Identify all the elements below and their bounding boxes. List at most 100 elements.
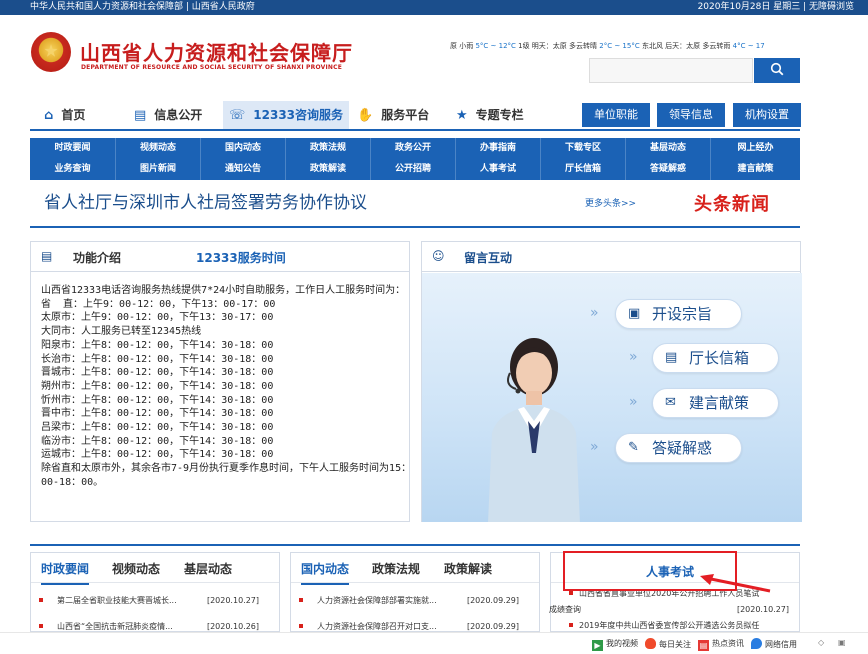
subnav-col-6: 办事指南 人事考试	[455, 138, 540, 180]
site-title[interactable]: 山西省人力资源和社会保障厅	[80, 37, 353, 66]
headline-news-label: 头条新闻	[694, 194, 770, 215]
list-item-continued[interactable]: 成绩查询 [2020.10.27]	[549, 603, 793, 617]
customer-service-agent-image	[488, 338, 580, 522]
news-tabs: 时政要闻 视频动态 基层动态	[31, 553, 279, 585]
bullet-icon	[569, 623, 573, 627]
top-bar: 中华人民共和国人力资源和社会保障部 | 山西省人民政府 2020年10月28日 …	[0, 0, 868, 15]
document-icon: ▤	[41, 249, 53, 263]
star-icon: ★	[456, 108, 468, 123]
subnav-link[interactable]: 公开招聘	[371, 159, 455, 180]
weather-info: 原 小雨 5°C ~ 12°C 1级 明天：太原 多云转晴 2°C ~ 15°C…	[450, 42, 765, 50]
tab-politics-news[interactable]: 时政要闻	[41, 560, 90, 585]
top-date-accessibility[interactable]: 2020年10月28日 星期三 | 无障碍浏览	[698, 0, 854, 15]
subnav-link[interactable]: 政策法规	[286, 138, 370, 159]
thumbs-up-icon: ✋	[357, 108, 374, 123]
status-my-videos[interactable]: ▶ 我的视频	[592, 638, 638, 651]
shield-icon[interactable]: ◇	[818, 638, 824, 647]
subnav-link[interactable]: 建言献策	[711, 159, 800, 180]
message-interaction-panel: ☺ 留言互动 » ▣ 开设宗旨 » ▤ 厅长信箱 » ✉ 建言献策 » ✎ 答疑解惑	[421, 241, 802, 522]
subnav-col-9: 网上经办 建言献策	[710, 138, 800, 180]
status-hot-news[interactable]: ▤ 热点资讯	[698, 638, 744, 651]
leader-info-button[interactable]: 领导信息	[657, 103, 725, 127]
headline-link[interactable]: 省人社厅与深圳市人社局签署劳务协作协议	[44, 188, 367, 213]
list-item[interactable]: 人力资源社会保障部部署实施就... [2020.09.29]	[299, 594, 533, 608]
annotation-arrow-icon	[700, 574, 771, 593]
purpose-button[interactable]: ▣ 开设宗旨	[615, 299, 742, 329]
chat-bubble-icon: ☺	[432, 249, 445, 263]
bullet-icon	[39, 624, 43, 628]
bullet-icon	[299, 624, 303, 628]
nav-12333-service[interactable]: ☏ 12333咨询服务	[223, 101, 350, 129]
bullet-icon	[39, 598, 43, 602]
subnav-link[interactable]: 下载专区	[541, 138, 625, 159]
subnav-col-8: 基层动态 答疑解惑	[625, 138, 710, 180]
tab-grassroots-news[interactable]: 基层动态	[184, 560, 232, 577]
subnav-link[interactable]: 国内动态	[201, 138, 285, 159]
national-emblem-logo[interactable]	[31, 32, 71, 72]
subnav-link[interactable]: 政策解读	[286, 159, 370, 180]
subnav-link[interactable]: 业务查询	[30, 159, 115, 180]
phone-icon: ☏	[229, 108, 246, 123]
search-button[interactable]	[754, 58, 800, 83]
chevron-right-icon: »	[590, 439, 599, 455]
subnav-link[interactable]: 厅长信箱	[541, 159, 625, 180]
panel-header: ☺ 留言互动	[422, 242, 800, 272]
drop-icon	[751, 638, 762, 649]
nav-service-platform[interactable]: ✋ 服务平台	[357, 101, 429, 129]
tab-video-news[interactable]: 视频动态	[112, 560, 160, 577]
subnav-col-7: 下载专区 厅长信箱	[540, 138, 625, 180]
service-hours-title[interactable]: 12333服务时间	[196, 249, 286, 266]
director-mailbox-button[interactable]: ▤ 厅长信箱	[652, 343, 779, 373]
tab-personnel-exams[interactable]: 人事考试	[646, 563, 694, 580]
function-intro-panel: ▤ 功能介绍 12333服务时间 山西省12333电话咨询服务热线提供7*24小…	[30, 241, 411, 522]
search-input[interactable]	[589, 58, 753, 83]
suggestions-button[interactable]: ✉ 建言献策	[652, 388, 779, 418]
tab-policy-interpretation[interactable]: 政策解读	[444, 560, 492, 577]
subnav-link[interactable]: 通知公告	[201, 159, 285, 180]
news-tabs: 国内动态 政策法规 政策解读	[291, 553, 539, 585]
message-title[interactable]: 留言互动	[464, 249, 512, 266]
chat-icon: ✉	[665, 395, 676, 410]
subnav-link[interactable]: 答疑解惑	[626, 159, 710, 180]
tab-policy-regulations[interactable]: 政策法规	[372, 560, 420, 577]
subnav-col-3: 国内动态 通知公告	[200, 138, 285, 180]
book-icon: ▣	[628, 306, 641, 321]
nav-home[interactable]: ⌂ 首页	[44, 101, 85, 129]
divider	[30, 226, 800, 228]
sub-nav: 时政要闻 业务查询 视频动态 图片新闻 国内动态 通知公告 政策法规 政策解读 政务公开…	[30, 138, 800, 180]
intro-title[interactable]: 功能介绍	[73, 249, 121, 266]
search-icon	[770, 62, 784, 76]
status-daily-focus[interactable]: 每日关注	[645, 638, 691, 650]
browser-status-bar: ▶ 我的视频 每日关注 ▤ 热点资讯 网络信用 ◇ ▣	[0, 632, 868, 654]
subnav-link[interactable]: 图片新闻	[116, 159, 200, 180]
status-network-credit[interactable]: 网络信用	[751, 638, 797, 650]
mailbox-icon: ▤	[665, 350, 678, 365]
nav-info-public[interactable]: ▤ 信息公开	[134, 101, 202, 129]
subnav-link[interactable]: 政务公开	[371, 138, 455, 159]
chevron-right-icon: »	[629, 394, 638, 410]
divider	[30, 544, 800, 546]
unit-functions-button[interactable]: 单位职能	[582, 103, 650, 127]
bullet-icon	[569, 591, 573, 595]
list-item[interactable]: 2019年度中共山西省委宣传部公开遴选公务员拟任	[569, 619, 793, 633]
subnav-col-2: 视频动态 图片新闻	[115, 138, 200, 180]
list-item[interactable]: 第二届全省职业技能大赛晋城长... [2020.10.27]	[39, 594, 273, 608]
subnav-link[interactable]: 网上经办	[711, 138, 800, 159]
nav-special-topics[interactable]: ★ 专题专栏	[456, 101, 524, 129]
subnav-link[interactable]: 人事考试	[456, 159, 540, 180]
more-headlines-link[interactable]: 更多头条>>	[585, 196, 636, 209]
home-icon: ⌂	[44, 108, 54, 123]
org-structure-button[interactable]: 机构设置	[733, 103, 801, 127]
chevron-right-icon: »	[590, 305, 599, 321]
subnav-link[interactable]: 视频动态	[116, 138, 200, 159]
subnav-link[interactable]: 时政要闻	[30, 138, 115, 159]
subnav-link[interactable]: 基层动态	[626, 138, 710, 159]
top-links[interactable]: 中华人民共和国人力资源和社会保障部 | 山西省人民政府	[30, 0, 255, 15]
bullet-icon	[299, 598, 303, 602]
image-icon[interactable]: ▣	[838, 638, 846, 647]
news-icon: ▤	[698, 640, 709, 651]
tab-domestic-news[interactable]: 国内动态	[301, 560, 350, 585]
qa-button[interactable]: ✎ 答疑解惑	[615, 433, 742, 463]
subnav-col-4: 政策法规 政策解读	[285, 138, 370, 180]
subnav-link[interactable]: 办事指南	[456, 138, 540, 159]
